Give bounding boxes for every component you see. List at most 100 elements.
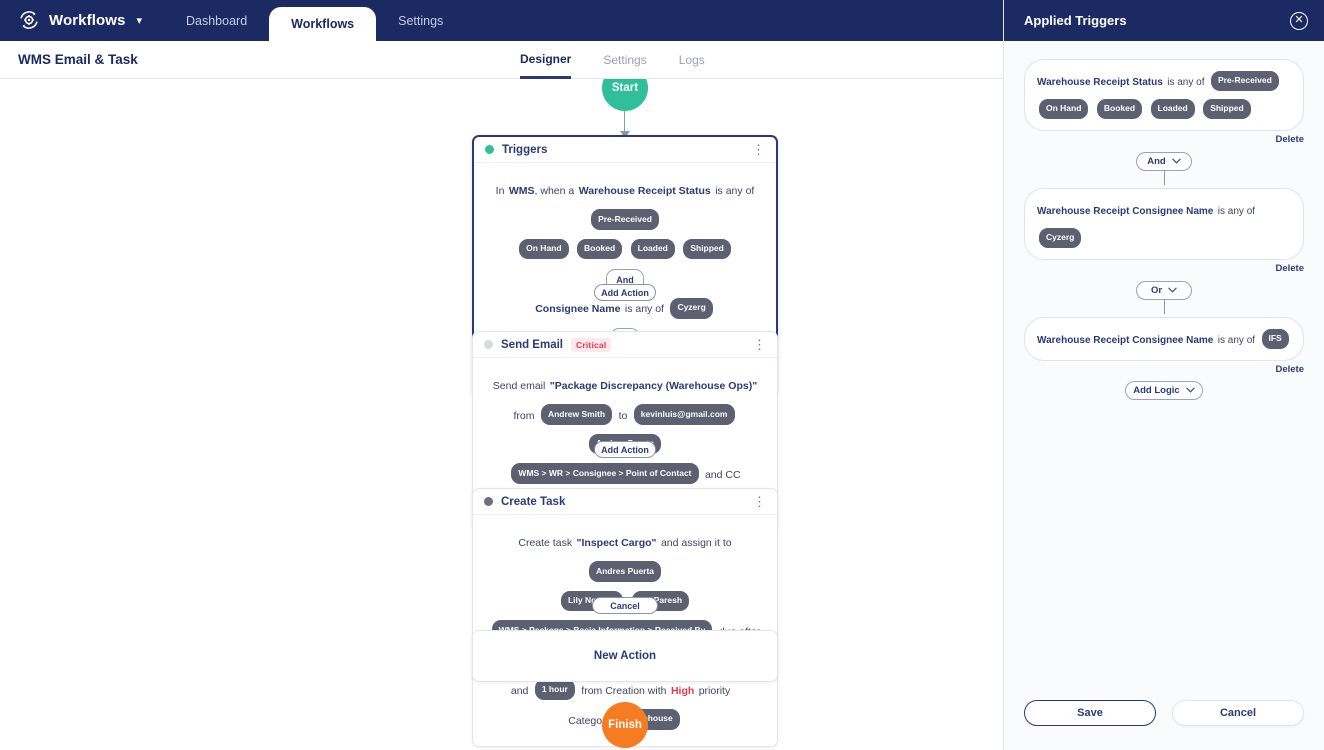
save-button[interactable]: Save — [1024, 700, 1156, 726]
triggers-card-title: Triggers — [502, 144, 547, 156]
workflow-designer-app: Workflows ▾ Dashboard Workflows Settings… — [0, 0, 1324, 750]
task-and-label: and — [511, 685, 529, 697]
email-cc-label: and CC — [705, 469, 741, 481]
task-from-creation-label: from Creation with — [581, 685, 666, 697]
trigger-field-consignee: Consignee Name — [535, 303, 620, 315]
delete-condition-link[interactable]: Delete — [1024, 263, 1304, 274]
condition-operator: is any of — [1167, 77, 1204, 88]
email-to-chip[interactable]: kevinluis@gmail.com — [634, 404, 735, 425]
new-action-card[interactable]: New Action — [472, 630, 778, 682]
add-action-button[interactable]: Add Action — [594, 441, 656, 458]
nav-tab-dashboard[interactable]: Dashboard — [164, 0, 269, 41]
brand-name-label: Workflows — [49, 12, 125, 29]
send-email-card-menu-icon[interactable]: ⋮ — [753, 338, 766, 351]
condition-value-chip[interactable]: Cyzerg — [1039, 228, 1081, 248]
trigger-field-status: Warehouse Receipt Status — [579, 185, 711, 197]
delete-condition-link[interactable]: Delete — [1024, 134, 1304, 145]
status-badge-critical: Critical — [571, 338, 611, 352]
email-from-chip[interactable]: Andrew Smith — [541, 404, 612, 425]
condition-value-chip[interactable]: IFS — [1262, 329, 1289, 349]
task-assignee-chip[interactable]: Andres Puerta — [589, 561, 661, 582]
tab-settings[interactable]: Settings — [603, 41, 646, 79]
workflow-canvas[interactable]: Start Triggers ⋮ In WMS, when a Warehous… — [0, 79, 1003, 750]
chevron-down-icon[interactable]: ▾ — [136, 14, 142, 27]
task-name: "Inspect Cargo" — [577, 537, 657, 549]
condition-line: Warehouse Receipt Consignee Name is any … — [1037, 196, 1291, 252]
condition-value-chip[interactable]: Booked — [1097, 99, 1142, 119]
create-task-card-header: Create Task ⋮ — [473, 489, 777, 515]
brand-logo-group[interactable]: Workflows ▾ — [0, 9, 142, 41]
cancel-button[interactable]: Cancel — [592, 597, 658, 614]
add-logic-button[interactable]: Add Logic — [1125, 381, 1203, 400]
finish-node[interactable]: Finish — [602, 702, 648, 748]
main-nav-tabs: Dashboard Workflows Settings — [164, 0, 465, 41]
condition-chips-row: On Hand Booked Loaded Shipped — [1037, 95, 1291, 123]
designer-tabs: Designer Settings Logs — [520, 41, 705, 79]
condition-value-chip[interactable]: Loaded — [1151, 99, 1195, 119]
tab-designer[interactable]: Designer — [520, 41, 571, 79]
condition-row[interactable]: Warehouse Receipt Consignee Name is any … — [1024, 188, 1304, 260]
tab-logs[interactable]: Logs — [679, 41, 705, 79]
status-dot-icon — [485, 145, 494, 154]
condition-value-chip[interactable]: On Hand — [1039, 99, 1088, 119]
add-action-button[interactable]: Add Action — [594, 284, 656, 301]
sub-header: WMS Email & Task Designer Settings Logs — [0, 41, 1003, 79]
trigger-value-chip[interactable]: On Hand — [519, 239, 568, 260]
status-dot-icon — [484, 340, 493, 349]
nav-tab-settings[interactable]: Settings — [376, 0, 465, 41]
trigger-operator: is any of — [715, 185, 754, 197]
logic-select-and[interactable]: And — [1136, 152, 1192, 171]
email-send-label: Send email — [493, 380, 546, 392]
condition-field: Warehouse Receipt Status — [1037, 77, 1163, 88]
condition-row[interactable]: Warehouse Receipt Consignee Name is any … — [1024, 317, 1304, 361]
trigger-value-chip[interactable]: Shipped — [683, 239, 731, 260]
send-email-card-header: Send Email Critical ⋮ — [473, 332, 777, 358]
logic-select-or[interactable]: Or — [1136, 281, 1192, 300]
gear-refresh-icon — [18, 9, 40, 31]
condition-operator: is any of — [1218, 206, 1255, 217]
trigger-value-chip[interactable]: Booked — [577, 239, 622, 260]
triggers-card-menu-icon[interactable]: ⋮ — [752, 143, 765, 156]
cancel-button[interactable]: Cancel — [1172, 700, 1304, 726]
panel-title: Applied Triggers — [1024, 13, 1127, 28]
condition-line: Warehouse Receipt Consignee Name is any … — [1037, 325, 1291, 353]
condition-field: Warehouse Receipt Consignee Name — [1037, 335, 1213, 346]
trigger-condition-line-1: In WMS, when a Warehouse Receipt Status … — [488, 175, 762, 234]
add-logic-label: Add Logic — [1133, 385, 1179, 396]
logic-select-and-label: And — [1147, 156, 1165, 167]
logic-select-or-label: Or — [1151, 285, 1162, 296]
close-icon[interactable]: ✕ — [1290, 12, 1308, 30]
trigger-chips-row: On Hand Booked Loaded Shipped — [488, 234, 762, 264]
panel-header: Applied Triggers ✕ — [1004, 0, 1324, 41]
condition-row[interactable]: Warehouse Receipt Status is any of Pre-R… — [1024, 59, 1304, 131]
create-task-card-menu-icon[interactable]: ⋮ — [753, 495, 766, 508]
condition-line: Warehouse Receipt Status is any of Pre-R… — [1037, 67, 1291, 95]
task-name-line: Create task "Inspect Cargo" and assign i… — [487, 527, 763, 586]
task-hour-chip[interactable]: 1 hour — [535, 679, 575, 700]
start-node[interactable]: Start — [602, 79, 648, 111]
triggers-card-header: Triggers ⋮ — [474, 137, 776, 163]
email-subject-line: Send email "Package Discrepancy (Warehou… — [487, 370, 763, 400]
delete-condition-link[interactable]: Delete — [1024, 364, 1304, 375]
condition-value-chip[interactable]: Pre-Received — [1211, 71, 1279, 91]
trigger-system-label: WMS — [509, 185, 535, 197]
email-from-label: from — [514, 410, 535, 422]
trigger-value-chip[interactable]: Pre-Received — [591, 209, 659, 230]
create-task-card-title: Create Task — [501, 496, 565, 508]
email-to-chip[interactable]: WMS > WR > Consignee > Point of Contact — [511, 463, 698, 484]
status-dot-icon — [484, 497, 493, 506]
panel-footer: Save Cancel — [1004, 676, 1324, 750]
email-to-label: to — [619, 410, 628, 422]
condition-field: Warehouse Receipt Consignee Name — [1037, 206, 1213, 217]
nav-tab-workflows[interactable]: Workflows — [269, 7, 376, 41]
trigger-value-chip[interactable]: Loaded — [631, 239, 675, 260]
trigger-operator: is any of — [625, 303, 664, 315]
page-title: WMS Email & Task — [0, 52, 138, 67]
logic-connector-and: And — [1024, 152, 1304, 185]
condition-value-chip[interactable]: Shipped — [1203, 99, 1251, 119]
chevron-down-icon — [1168, 286, 1177, 295]
email-subject: "Package Discrepancy (Warehouse Ops)" — [550, 380, 757, 392]
trigger-value-chip[interactable]: Cyzerg — [670, 298, 712, 319]
chevron-down-icon — [1172, 157, 1181, 166]
chevron-down-icon — [1186, 386, 1195, 395]
